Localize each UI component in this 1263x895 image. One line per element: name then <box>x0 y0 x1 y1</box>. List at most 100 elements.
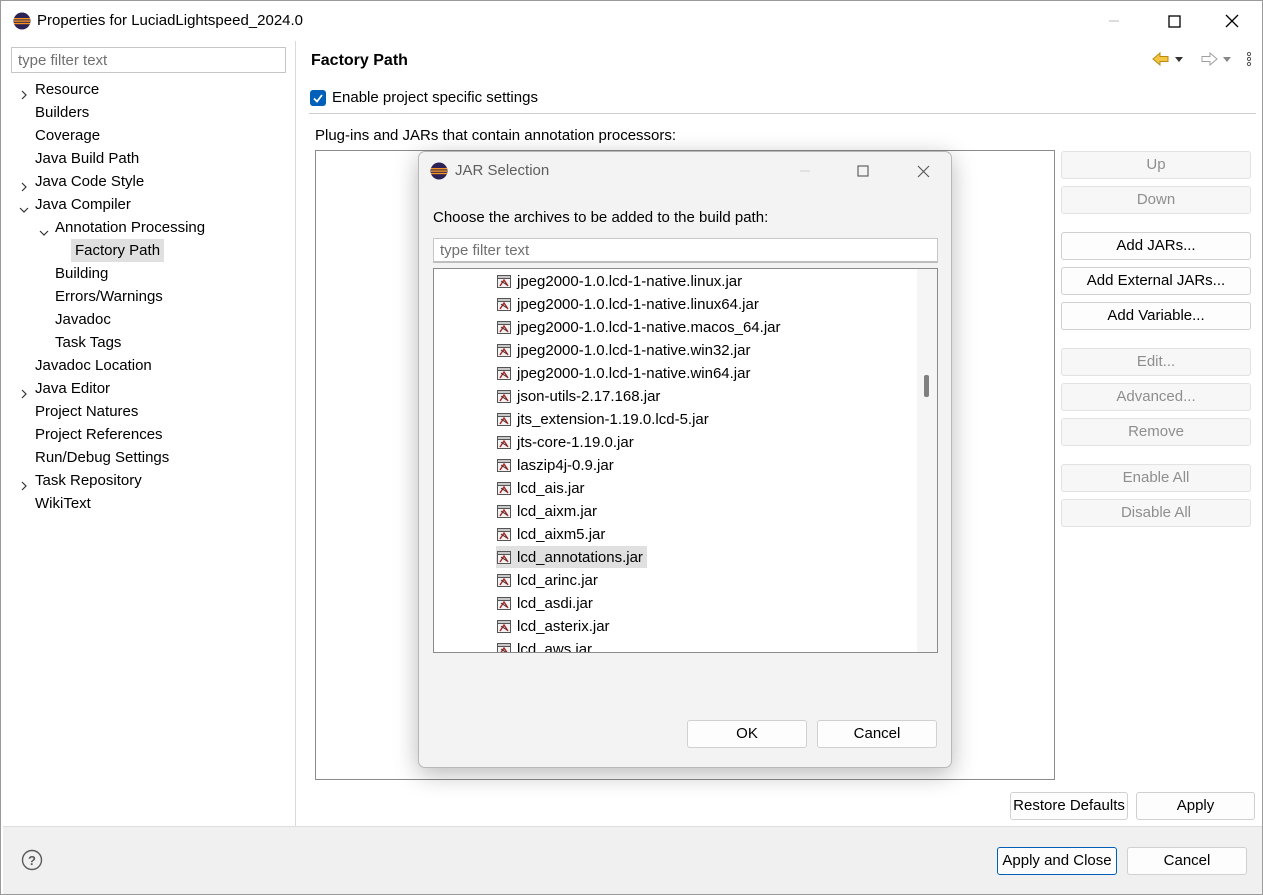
tree-item[interactable]: Errors/Warnings <box>3 285 296 308</box>
jar-list-item[interactable]: lcd_aixm5.jar <box>496 523 605 545</box>
jar-list-item[interactable]: jpeg2000-1.0.lcd-1-native.win64.jar <box>496 362 750 384</box>
chevron-down-icon[interactable] <box>39 222 49 236</box>
tree-item[interactable]: Java Code Style <box>3 170 296 193</box>
enable-label: Enable project specific settings <box>332 89 538 106</box>
enable-checkbox[interactable] <box>310 89 326 106</box>
tree-item[interactable]: Annotation Processing <box>3 216 296 239</box>
tree-filter-input[interactable] <box>11 47 286 73</box>
jar-list-item[interactable]: jpeg2000-1.0.lcd-1-native.macos_64.jar <box>496 316 781 338</box>
jar-filter-input[interactable] <box>433 238 938 263</box>
tree-item[interactable]: Builders <box>3 101 296 124</box>
tree-item[interactable]: Javadoc <box>3 308 296 331</box>
jar-list-item[interactable]: jts-core-1.19.0.jar <box>496 431 634 453</box>
enable-all-button[interactable]: Enable All <box>1061 464 1251 492</box>
enable-project-settings[interactable]: Enable project specific settings <box>310 89 538 106</box>
up-button[interactable]: Up <box>1061 151 1251 179</box>
scroll-thumb[interactable] <box>924 375 929 397</box>
jar-name: lcd_arinc.jar <box>517 571 598 589</box>
forward-icon[interactable] <box>1200 52 1218 66</box>
apply-and-close-button[interactable]: Apply and Close <box>997 847 1117 875</box>
tree-item[interactable]: Java Build Path <box>3 147 296 170</box>
jar-name: jpeg2000-1.0.lcd-1-native.win32.jar <box>517 341 751 359</box>
jar-list-item[interactable]: laszip4j-0.9.jar <box>496 454 614 476</box>
chevron-right-icon[interactable] <box>19 84 29 100</box>
forward-dropdown-icon[interactable] <box>1222 55 1232 63</box>
jar-file-icon <box>496 296 512 312</box>
tree-item[interactable]: Resource <box>3 78 296 101</box>
maximize-icon <box>1167 14 1181 28</box>
tree-item[interactable]: Java Compiler <box>3 193 296 216</box>
tree-item[interactable]: Project Natures <box>3 400 296 423</box>
tree-item[interactable]: WikiText <box>3 492 296 515</box>
jar-file-icon <box>496 572 512 588</box>
tree-item-label: Javadoc Location <box>35 357 152 374</box>
dialog-maximize-button[interactable] <box>843 158 883 184</box>
maximize-button[interactable] <box>1144 1 1204 41</box>
ok-button[interactable]: OK <box>687 720 807 748</box>
back-dropdown-icon[interactable] <box>1174 55 1184 63</box>
minimize-button[interactable] <box>1084 1 1144 41</box>
tree-item[interactable]: Java Editor <box>3 377 296 400</box>
jar-list-item[interactable]: lcd_aixm.jar <box>496 500 597 522</box>
edit-button[interactable]: Edit... <box>1061 348 1251 376</box>
jar-list-item[interactable]: lcd_aws.jar <box>496 638 592 652</box>
jar-list-item[interactable]: jts_extension-1.19.0.lcd-5.jar <box>496 408 709 430</box>
chevron-right-icon[interactable] <box>19 475 29 491</box>
view-menu-icon[interactable] <box>1246 51 1252 67</box>
jar-list-item[interactable]: lcd_ais.jar <box>496 477 585 499</box>
tree-item[interactable]: Run/Debug Settings <box>3 446 296 469</box>
tree-item[interactable]: Task Tags <box>3 331 296 354</box>
tree-item-label: Factory Path <box>71 239 165 262</box>
jar-list-item[interactable]: lcd_asdi.jar <box>496 592 593 614</box>
tree-item-label: Java Compiler <box>35 196 131 213</box>
jar-list-item[interactable]: jpeg2000-1.0.lcd-1-native.linux64.jar <box>496 293 759 315</box>
dialog-cancel-button[interactable]: Cancel <box>817 720 937 748</box>
add-external-jars-button[interactable]: Add External JARs... <box>1061 267 1251 295</box>
jar-list[interactable]: lcd_aws.jar lcd_asterix.jar lcd_asdi.jar lc… <box>433 268 938 653</box>
tree-item-label: Resource <box>35 81 100 98</box>
jar-name: lcd_annotations.jar <box>517 548 643 566</box>
remove-button[interactable]: Remove <box>1061 418 1251 446</box>
add-jars-button[interactable]: Add JARs... <box>1061 232 1251 260</box>
back-icon[interactable] <box>1152 52 1170 66</box>
restore-defaults-button[interactable]: Restore Defaults <box>1010 792 1128 820</box>
footer-cancel-button[interactable]: Cancel <box>1127 847 1247 875</box>
down-button[interactable]: Down <box>1061 186 1251 214</box>
eclipse-icon <box>430 162 448 180</box>
jar-list-item[interactable]: json-utils-2.17.168.jar <box>496 385 660 407</box>
jar-list-item[interactable]: lcd_arinc.jar <box>496 569 598 591</box>
tree-item[interactable]: Coverage <box>3 124 296 147</box>
apply-button[interactable]: Apply <box>1136 792 1255 820</box>
jar-file-icon <box>496 641 512 652</box>
chevron-right-icon[interactable] <box>19 176 29 192</box>
jar-name: lcd_asdi.jar <box>517 594 593 612</box>
tree-item[interactable]: Factory Path <box>3 239 296 262</box>
advanced-button[interactable]: Advanced... <box>1061 383 1251 411</box>
chevron-down-icon[interactable] <box>19 199 29 213</box>
tree-item[interactable]: Building <box>3 262 296 285</box>
tree-item[interactable]: Task Repository <box>3 469 296 492</box>
tree-item-label: Java Build Path <box>35 150 140 167</box>
tree-item[interactable]: Javadoc Location <box>3 354 296 377</box>
help-icon[interactable]: ? <box>21 849 43 871</box>
disable-all-button[interactable]: Disable All <box>1061 499 1251 527</box>
jar-name: laszip4j-0.9.jar <box>517 456 614 474</box>
add-variable-button[interactable]: Add Variable... <box>1061 302 1251 330</box>
tree-item-label: Javadoc <box>55 311 111 328</box>
minimize-icon <box>1109 20 1119 22</box>
jar-list-item[interactable]: jpeg2000-1.0.lcd-1-native.win32.jar <box>496 339 750 361</box>
jar-file-icon <box>496 342 512 358</box>
jar-list-item[interactable]: jpeg2000-1.0.lcd-1-native.linux.jar <box>496 270 742 292</box>
tree-item[interactable]: Project References <box>3 423 296 446</box>
dialog-close-button[interactable] <box>903 158 943 184</box>
chevron-right-icon[interactable] <box>19 383 29 399</box>
jar-name: jts_extension-1.19.0.lcd-5.jar <box>517 410 709 428</box>
close-button[interactable] <box>1202 1 1262 41</box>
window-title: Properties for LuciadLightspeed_2024.0 <box>37 12 304 29</box>
jar-file-icon <box>496 365 512 381</box>
jar-list-scrollbar[interactable] <box>917 269 937 652</box>
dialog-minimize-button[interactable] <box>785 158 825 184</box>
jar-list-item[interactable]: lcd_annotations.jar <box>496 546 647 568</box>
dialog-title-bar: JAR Selection <box>419 152 951 188</box>
jar-list-item[interactable]: lcd_asterix.jar <box>496 615 610 637</box>
